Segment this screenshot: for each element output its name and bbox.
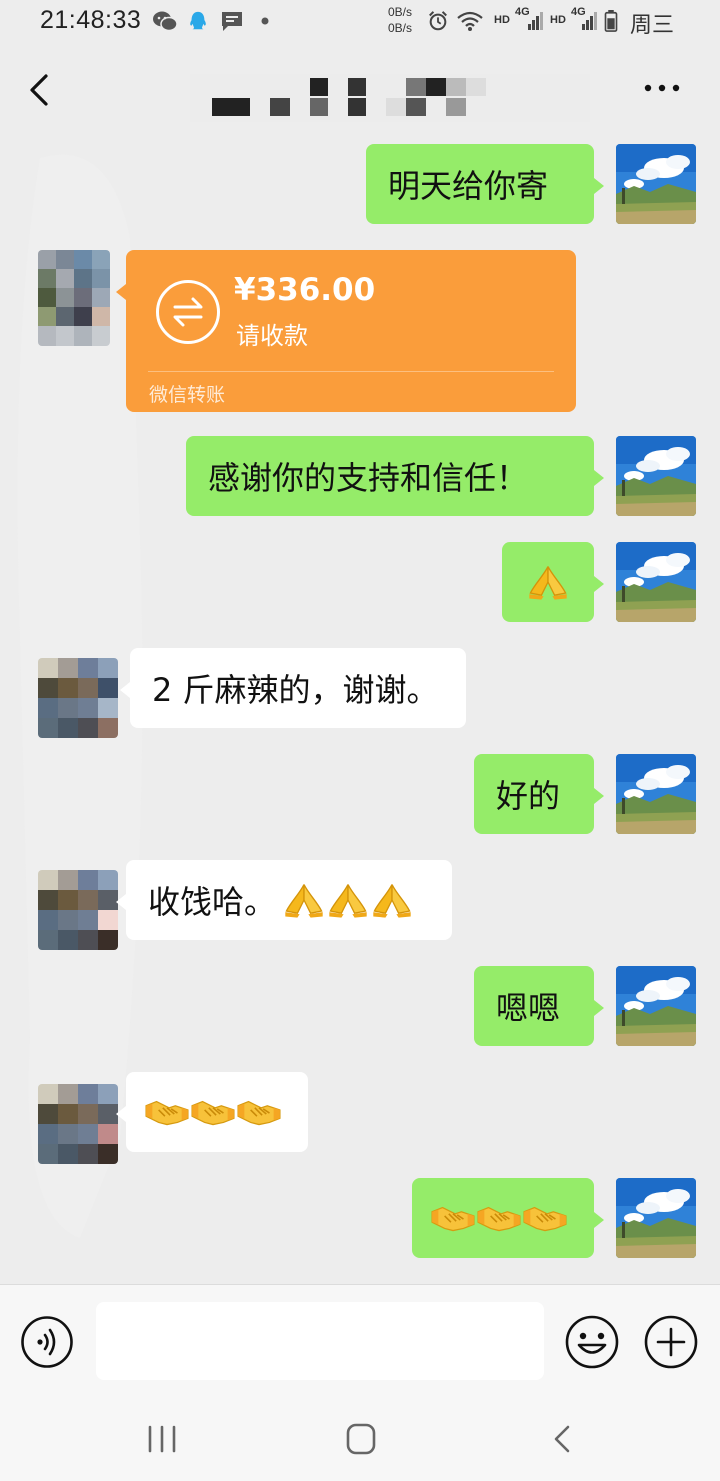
my-avatar[interactable] (616, 144, 696, 224)
handshake-icon (190, 1095, 236, 1129)
message-bubble-sent[interactable]: 感谢你的支持和信任！ (186, 436, 604, 516)
transfer-divider (148, 371, 554, 372)
voice-icon[interactable] (20, 1315, 74, 1369)
message-bubble-received[interactable] (116, 1072, 308, 1152)
handshake-icon (476, 1201, 522, 1235)
message-bubble-sent[interactable]: 嗯嗯 (474, 966, 604, 1046)
transfer-footer: 微信转账 (149, 384, 226, 406)
network-speed: 0B/s 0B/s (388, 4, 412, 36)
net-up: 0B/s (388, 5, 413, 19)
status-bar: 21:48:33 0B/s 0B/s HD 4G HD 4G 周三 (0, 0, 720, 44)
message-text: 2 斤麻辣的，谢谢。 (152, 671, 439, 709)
my-avatar[interactable] (616, 754, 696, 834)
message-text: 好的 (496, 777, 561, 815)
status-time: 21:48:33 (40, 6, 142, 34)
dot-icon (261, 17, 269, 25)
my-avatar[interactable] (616, 436, 696, 516)
contact-avatar[interactable] (38, 1084, 118, 1164)
net-down: 0B/s (388, 21, 413, 35)
alarm-icon (429, 11, 447, 31)
my-avatar[interactable] (616, 542, 696, 622)
message-text: 明天给你寄 (388, 167, 549, 205)
message-text: 嗯嗯 (496, 989, 561, 1027)
message-bubble-received[interactable]: 2 斤麻辣的，谢谢。 (120, 648, 466, 728)
message-bubble-received[interactable]: 收饯哈。 (116, 860, 452, 940)
message-bubble-sent[interactable] (412, 1178, 604, 1258)
contact-avatar[interactable] (38, 250, 110, 346)
contact-avatar[interactable] (38, 870, 118, 950)
blurred-contact-name (190, 74, 590, 122)
folded-hands-icon (282, 878, 326, 922)
qq-icon (190, 11, 206, 30)
home-icon[interactable] (341, 1421, 381, 1457)
input-bar (0, 1284, 720, 1397)
plus-icon[interactable] (643, 1314, 699, 1370)
back-icon[interactable] (544, 1421, 584, 1457)
folded-hands-icon (370, 878, 414, 922)
transfer-amount: ¥336.00 (234, 272, 376, 308)
handshake-icon (430, 1201, 476, 1235)
handshake-icon (236, 1095, 282, 1129)
message-text: 收饯哈。 (148, 883, 277, 921)
signal-1: HD 4G (494, 6, 530, 26)
message-bubble-sent[interactable]: 好的 (474, 754, 604, 834)
wifi-icon (457, 11, 483, 31)
chevron-left-icon[interactable] (24, 70, 56, 110)
signal-icon-2 (582, 12, 597, 30)
message-icon (222, 12, 242, 31)
message-bubble-sent[interactable]: 明天给你寄 (366, 144, 604, 224)
message-list[interactable]: 明天给你寄 ¥336.00 请收款 微信转账 感谢你的支持和信任！ 2 斤麻辣的… (0, 138, 720, 1284)
weekday: 周三 (630, 13, 675, 38)
my-avatar[interactable] (616, 1178, 696, 1258)
signal-icon (528, 12, 543, 30)
smiley-icon[interactable] (564, 1314, 620, 1370)
handshake-icon (522, 1201, 568, 1235)
handshake-icon (144, 1095, 190, 1129)
contact-avatar[interactable] (38, 658, 118, 738)
folded-hands-icon (326, 878, 370, 922)
wechat-icon (153, 11, 178, 32)
my-avatar[interactable] (616, 966, 696, 1046)
transfer-label: 请收款 (236, 322, 308, 350)
battery-icon (604, 10, 618, 32)
more-dots-icon[interactable] (640, 76, 684, 100)
signal-2: HD 4G (550, 6, 586, 26)
transfer-icon (156, 280, 220, 344)
folded-hands-icon (526, 560, 570, 604)
message-text: 感谢你的支持和信任！ (208, 459, 529, 497)
transfer-card[interactable]: ¥336.00 请收款 微信转账 (116, 250, 576, 412)
message-input[interactable] (96, 1302, 544, 1380)
chat-header (0, 44, 720, 138)
recent-apps-icon[interactable] (142, 1421, 182, 1457)
message-bubble-sent[interactable] (502, 542, 604, 622)
system-navigation-bar (0, 1397, 720, 1481)
